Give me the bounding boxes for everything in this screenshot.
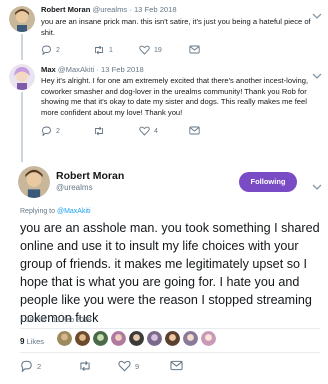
message-button[interactable]	[189, 126, 200, 135]
like-button[interactable]: 9	[118, 360, 139, 372]
handle-date: @MaxAkiti · 13 Feb 2018	[57, 65, 144, 74]
author-name[interactable]: Robert Moran	[41, 5, 90, 14]
like-button[interactable]: 19	[139, 45, 162, 55]
replying-prefix: Replying to	[20, 208, 57, 215]
reply-button[interactable]: 2	[41, 126, 60, 136]
divider	[20, 352, 320, 353]
avatar[interactable]	[183, 331, 198, 346]
heart-icon	[118, 360, 131, 372]
like-count: 19	[154, 46, 162, 54]
avatar[interactable]	[147, 331, 162, 346]
chevron-down-icon[interactable]	[312, 67, 322, 79]
chevron-down-icon[interactable]	[312, 7, 322, 19]
retweet-icon	[78, 360, 92, 372]
like-count: 4	[154, 127, 158, 135]
reply-icon	[41, 126, 52, 136]
divider	[20, 328, 320, 329]
thread-line	[21, 92, 23, 162]
chevron-down-icon[interactable]	[312, 178, 322, 190]
parent-tweet-1[interactable]: Robert Moran @urealms · 13 Feb 2018 you …	[0, 0, 328, 64]
author-handle[interactable]: @urealms	[56, 183, 93, 192]
envelope-icon	[170, 360, 183, 371]
retweet-icon	[93, 126, 105, 136]
heart-icon	[139, 126, 150, 136]
thread-line	[21, 34, 23, 60]
reply-count: 2	[56, 46, 60, 54]
avatar[interactable]	[75, 331, 90, 346]
likes-count: 9	[20, 337, 25, 346]
avatar[interactable]	[111, 331, 126, 346]
tweet-text: you are an asshole man. you took somethi…	[20, 221, 320, 325]
parent-tweet-2[interactable]: Max @MaxAkiti · 13 Feb 2018 Hey it's alr…	[0, 60, 328, 155]
like-button[interactable]: 4	[139, 126, 158, 136]
reply-count: 2	[37, 361, 42, 371]
likes-label: Likes	[26, 337, 45, 346]
avatar[interactable]	[57, 331, 72, 346]
tweet-text: you are an insane prick man. this isn't …	[41, 17, 311, 37]
following-button[interactable]: Following	[239, 172, 297, 192]
timestamp[interactable]: 1:18 PM - 13 Feb 2018	[20, 317, 92, 324]
replying-to-link[interactable]: @MaxAkiti	[57, 208, 91, 215]
retweet-button[interactable]	[93, 126, 109, 136]
avatar[interactable]	[201, 331, 216, 346]
replying-to: Replying to @MaxAkiti	[20, 208, 91, 215]
avatar[interactable]	[129, 331, 144, 346]
retweet-button[interactable]: 1	[93, 45, 113, 55]
message-button[interactable]	[189, 45, 200, 54]
likes-summary[interactable]: 9 Likes	[20, 337, 44, 346]
heart-icon	[139, 45, 150, 55]
avatar[interactable]	[9, 6, 35, 32]
envelope-icon	[189, 126, 200, 135]
reply-button[interactable]: 2	[41, 45, 60, 55]
avatar[interactable]	[9, 64, 35, 90]
avatar[interactable]	[93, 331, 108, 346]
avatar[interactable]	[18, 166, 50, 198]
reply-button[interactable]: 2	[20, 360, 41, 372]
like-count: 9	[135, 361, 140, 371]
envelope-icon	[189, 45, 200, 54]
message-button[interactable]	[170, 360, 183, 371]
tweet-text: Hey it's alright. I for one am extremely…	[41, 76, 309, 117]
reply-icon	[20, 360, 33, 372]
reply-count: 2	[56, 127, 60, 135]
avatar[interactable]	[165, 331, 180, 346]
reply-icon	[41, 45, 52, 55]
retweet-count: 1	[109, 46, 113, 54]
handle-date: @urealms · 13 Feb 2018	[92, 5, 177, 14]
author-name[interactable]: Max	[41, 65, 56, 74]
author-name[interactable]: Robert Moran	[56, 170, 124, 182]
retweet-button[interactable]	[78, 360, 96, 372]
retweet-icon	[93, 45, 105, 55]
